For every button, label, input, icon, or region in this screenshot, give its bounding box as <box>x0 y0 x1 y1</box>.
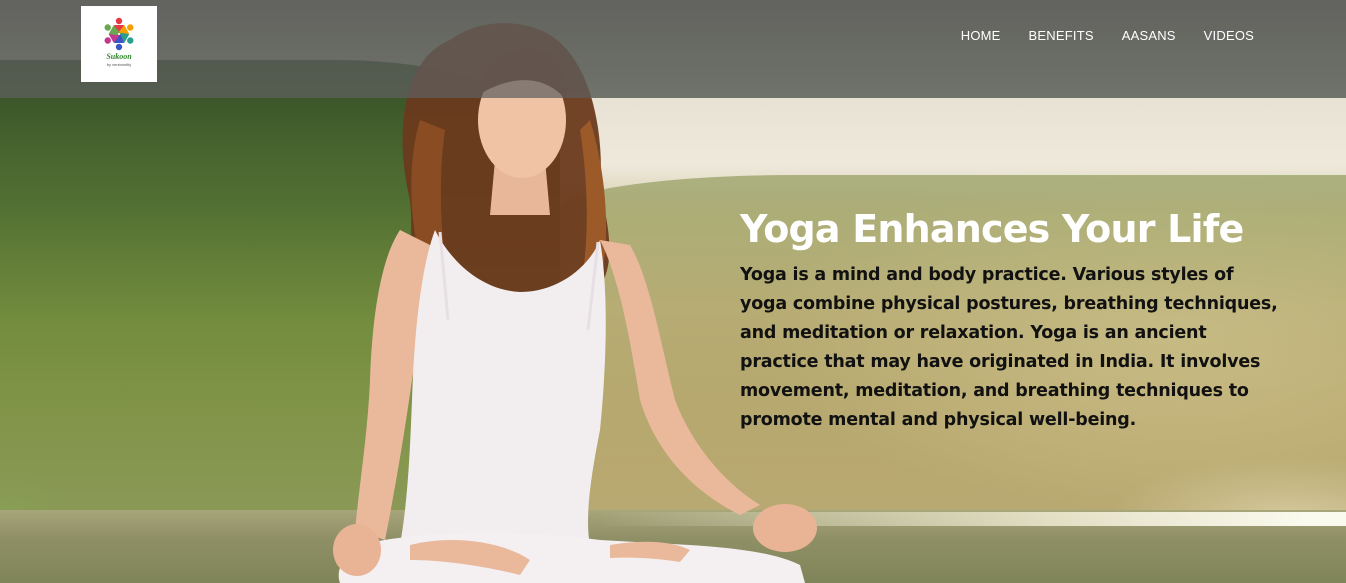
nav-link-benefits[interactable]: BENEFITS <box>1029 28 1094 44</box>
brand-tagline: by ventonsfity <box>106 62 132 67</box>
forest-hills-background <box>0 60 560 530</box>
nav-link-videos[interactable]: VIDEOS <box>1204 28 1254 44</box>
hero-content: Yoga Enhances Your Life Yoga is a mind a… <box>740 205 1285 435</box>
hero-title: Yoga Enhances Your Life <box>740 207 1244 251</box>
hero-section: Sukoon by ventonsfity HOME BENEFITS AASA… <box>0 0 1346 583</box>
water-glare <box>600 512 1346 526</box>
top-navbar: Sukoon by ventonsfity HOME BENEFITS AASA… <box>0 0 1346 98</box>
hero-description: Yoga is a mind and body practice. Variou… <box>740 265 1278 430</box>
brand-logo[interactable]: Sukoon by ventonsfity <box>81 6 157 82</box>
brand-name: Sukoon <box>106 52 132 61</box>
main-nav: HOME BENEFITS AASANS VIDEOS <box>961 28 1254 44</box>
nav-link-home[interactable]: HOME <box>961 28 1001 44</box>
people-circle-logo-icon <box>104 17 134 51</box>
nav-link-aasans[interactable]: AASANS <box>1122 28 1176 44</box>
